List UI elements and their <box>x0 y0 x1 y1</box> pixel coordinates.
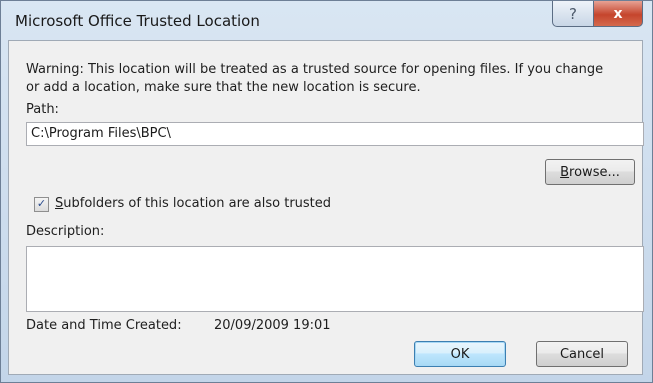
description-input[interactable] <box>26 246 644 312</box>
date-created-value: 20/09/2009 19:01 <box>214 318 331 333</box>
title-bar[interactable]: Microsoft Office Trusted Location ? x <box>1 1 652 41</box>
browse-label: rowse... <box>569 164 620 180</box>
subfolders-label[interactable]: Subfolders of this location are also tru… <box>55 196 331 211</box>
subfolders-label-text: ubfolders of this location are also trus… <box>63 196 332 211</box>
close-icon: x <box>613 5 623 22</box>
ok-button[interactable]: OK <box>414 341 506 367</box>
dialog-client-area: Warning: This location will be treated a… <box>8 40 644 375</box>
cancel-button[interactable]: Cancel <box>536 341 628 367</box>
help-icon: ? <box>569 4 577 23</box>
description-label: Description: <box>26 224 105 239</box>
browse-button[interactable]: Browse... <box>545 159 635 185</box>
help-button[interactable]: ? <box>552 1 594 27</box>
path-label: Path: <box>26 102 59 117</box>
checkmark-icon: ✓ <box>36 197 47 210</box>
path-input[interactable]: C:\Program Files\BPC\ <box>26 122 644 146</box>
window-title: Microsoft Office Trusted Location <box>15 12 260 30</box>
warning-text: Warning: This location will be treated a… <box>26 62 604 95</box>
subfolders-checkbox[interactable]: ✓ <box>34 197 49 212</box>
close-button[interactable]: x <box>593 1 643 27</box>
browse-accel: B <box>560 164 570 180</box>
date-created-label: Date and Time Created: <box>26 318 182 333</box>
